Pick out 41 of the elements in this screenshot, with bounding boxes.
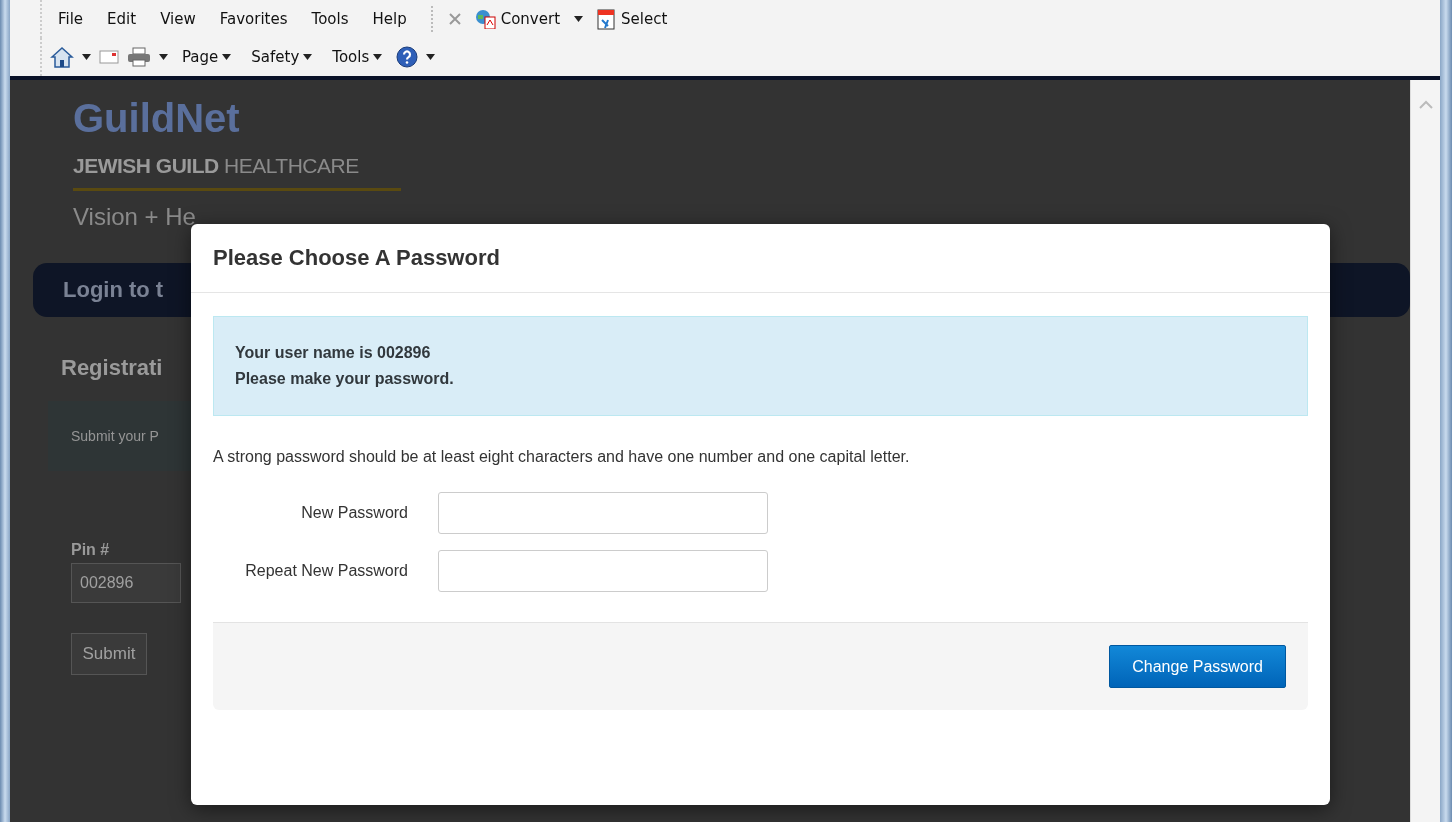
info-text: Please make your password. — [235, 369, 455, 389]
mail-icon[interactable] — [99, 50, 119, 64]
caret-icon[interactable] — [574, 16, 583, 22]
menu-item[interactable]: Help — [364, 8, 415, 30]
menu-item[interactable]: File — [50, 8, 92, 30]
field-label: New Password — [300, 503, 408, 523]
command-menu-button[interactable]: Safety — [245, 46, 319, 68]
password-hint: A strong password should be at least eight characters and have one number and one capital letter. — [213, 448, 911, 466]
scrollbar[interactable] — [1410, 80, 1440, 822]
pin-label: Pin # — [71, 541, 110, 559]
caret-icon[interactable] — [82, 54, 91, 60]
password-field[interactable] — [438, 550, 768, 592]
menu-item[interactable]: View — [152, 8, 204, 30]
caret-icon — [303, 54, 313, 60]
help-icon[interactable] — [396, 46, 419, 68]
info-text: Your user name is 002896 — [235, 343, 432, 363]
password-field[interactable] — [438, 492, 768, 534]
menu-item[interactable]: Favorites — [211, 8, 296, 30]
menu-item[interactable]: Tools — [303, 8, 357, 30]
caret-icon — [373, 54, 383, 60]
field-label: Repeat New Password — [244, 561, 408, 581]
command-menu-button[interactable]: Tools — [326, 46, 389, 68]
caret-icon — [222, 54, 232, 60]
select-button[interactable]: Select — [591, 6, 674, 32]
pin-field[interactable]: 002896 — [71, 563, 181, 603]
home-icon[interactable] — [50, 46, 74, 68]
page-heading: Registrati — [61, 355, 163, 381]
printer-icon[interactable] — [127, 47, 151, 67]
logo-text: GuildNet — [73, 98, 240, 138]
close-icon[interactable] — [448, 13, 461, 25]
organization-name: JEWISH GUILD HEALTHCARE — [73, 154, 359, 178]
globe-document-icon — [474, 9, 497, 29]
document-select-icon — [597, 8, 617, 30]
convert-button[interactable]: Convert — [468, 7, 566, 31]
command-menu-button[interactable]: Page — [176, 46, 238, 68]
menu-item[interactable]: Edit — [99, 8, 145, 30]
caret-icon[interactable] — [159, 54, 168, 60]
change-password-button[interactable]: Change Password — [1109, 645, 1286, 688]
submit-button[interactable]: Submit — [71, 633, 147, 675]
dialog-title: Please Choose A Password — [191, 224, 1330, 293]
caret-icon[interactable] — [426, 54, 436, 60]
